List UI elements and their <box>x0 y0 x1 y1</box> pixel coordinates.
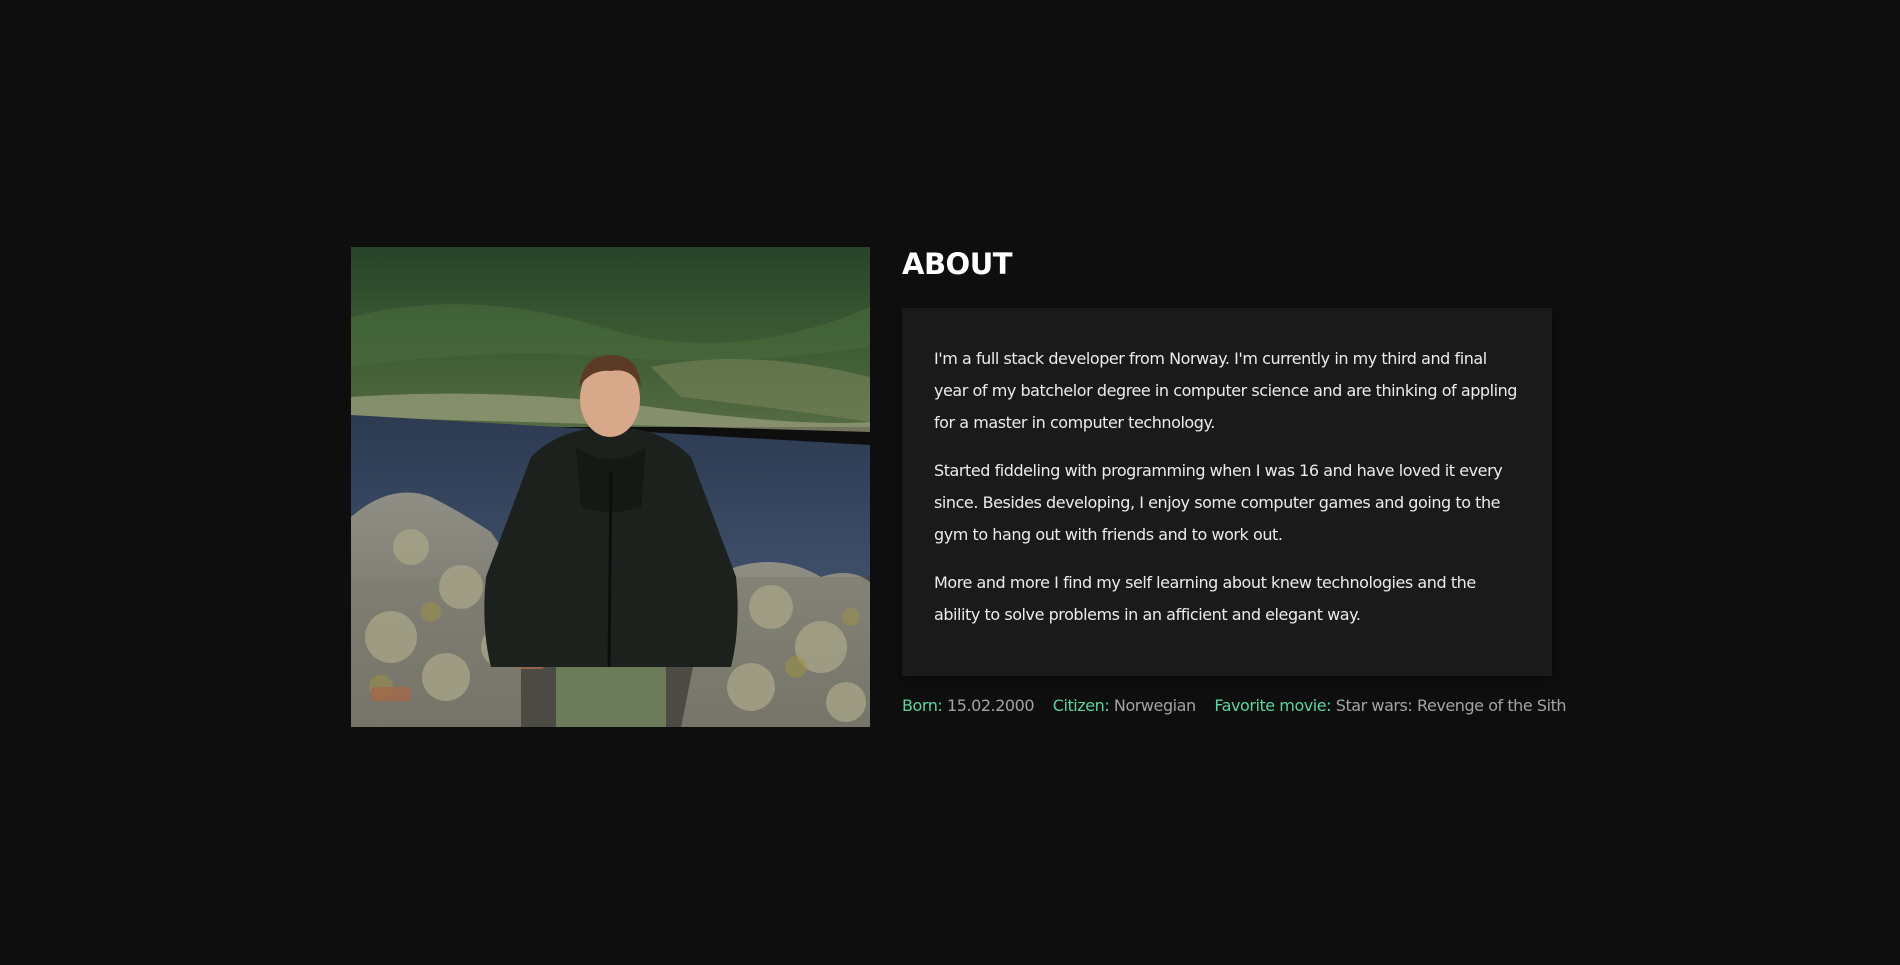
fact-value: Norwegian <box>1113 696 1196 715</box>
fact-favorite-movie: Favorite movie: Star wars: Revenge of th… <box>1214 696 1566 715</box>
fact-label: Citizen: <box>1052 696 1110 715</box>
profile-photo <box>351 247 870 727</box>
about-card: I'm a full stack developer from Norway. … <box>902 308 1552 676</box>
fact-born: Born: 15.02.2000 <box>902 696 1035 715</box>
about-section: ABOUT I'm a full stack developer from No… <box>351 247 1567 727</box>
fact-value: Star wars: Revenge of the Sith <box>1335 696 1567 715</box>
about-paragraph: I'm a full stack developer from Norway. … <box>934 349 1518 432</box>
about-content: ABOUT I'm a full stack developer from No… <box>902 247 1567 715</box>
page-title: ABOUT <box>902 247 1013 281</box>
fact-value: 15.02.2000 <box>947 696 1035 715</box>
fact-label: Born: <box>902 696 943 715</box>
about-paragraph: Started fiddeling with programming when … <box>934 461 1503 544</box>
personal-facts: Born: 15.02.2000 Citizen: Norwegian Favo… <box>902 696 1602 716</box>
about-paragraph: More and more I find my self learning ab… <box>934 573 1476 624</box>
fact-label: Favorite movie: <box>1214 696 1332 715</box>
fact-citizen: Citizen: Norwegian <box>1053 696 1196 715</box>
